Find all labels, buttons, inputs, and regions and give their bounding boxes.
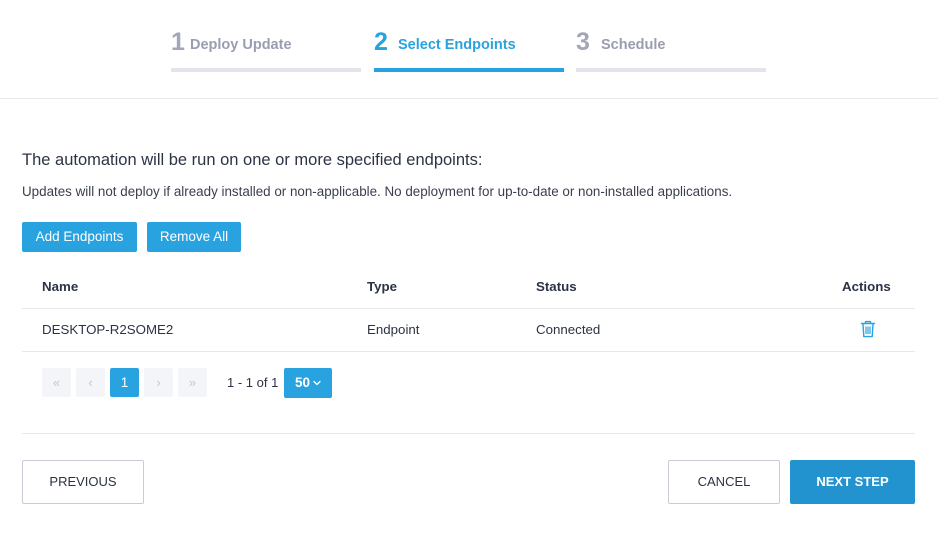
cell-endpoint-type: Endpoint	[367, 322, 420, 337]
pagination-info: 1 - 1 of 1	[227, 375, 279, 390]
step-label: Deploy Update	[190, 37, 292, 53]
column-header-status[interactable]: Status	[536, 279, 577, 295]
step-deploy-update[interactable]: 1 Deploy Update	[171, 27, 361, 73]
step-number: 3	[576, 28, 590, 56]
footer-divider	[22, 433, 915, 434]
column-header-type[interactable]: Type	[367, 279, 397, 295]
page-1-button[interactable]: 1	[110, 368, 139, 397]
page-size-select[interactable]: 50	[284, 368, 332, 398]
next-step-button[interactable]: NEXT STEP	[790, 460, 915, 504]
endpoints-table: Name Type Status Actions DESKTOP-R2SOME2…	[22, 266, 915, 352]
wizard-stepper: 1 Deploy Update 2 Select Endpoints 3 Sch…	[0, 0, 938, 99]
step-label: Select Endpoints	[398, 37, 516, 53]
first-page-button[interactable]: «	[42, 368, 71, 397]
previous-page-button[interactable]: ‹	[76, 368, 105, 397]
step-progress-bar	[374, 68, 564, 72]
remove-all-button[interactable]: Remove All	[147, 222, 241, 252]
section-description: Updates will not deploy if already insta…	[22, 184, 733, 199]
step-progress-bar	[171, 68, 361, 72]
previous-button[interactable]: PREVIOUS	[22, 460, 144, 504]
page-size-value: 50	[295, 375, 311, 390]
step-select-endpoints[interactable]: 2 Select Endpoints	[374, 27, 564, 73]
column-header-name[interactable]: Name	[42, 279, 78, 295]
last-page-button[interactable]: »	[178, 368, 207, 397]
cell-endpoint-status: Connected	[536, 322, 601, 337]
step-schedule[interactable]: 3 Schedule	[576, 27, 766, 73]
step-number: 1	[171, 28, 185, 56]
step-progress-bar	[576, 68, 766, 72]
table-row: DESKTOP-R2SOME2 Endpoint Connected	[22, 309, 915, 352]
column-header-actions: Actions	[842, 279, 891, 294]
cell-endpoint-name: DESKTOP-R2SOME2	[42, 322, 174, 337]
step-label: Schedule	[601, 37, 666, 53]
chevron-down-icon	[313, 380, 321, 386]
next-page-button[interactable]: ›	[144, 368, 173, 397]
section-heading: The automation will be run on one or mor…	[22, 151, 483, 169]
cancel-button[interactable]: CANCEL	[668, 460, 780, 504]
add-endpoints-button[interactable]: Add Endpoints	[22, 222, 137, 252]
step-number: 2	[374, 28, 388, 56]
trash-icon[interactable]	[860, 320, 876, 338]
table-header-row: Name Type Status Actions	[22, 266, 915, 309]
